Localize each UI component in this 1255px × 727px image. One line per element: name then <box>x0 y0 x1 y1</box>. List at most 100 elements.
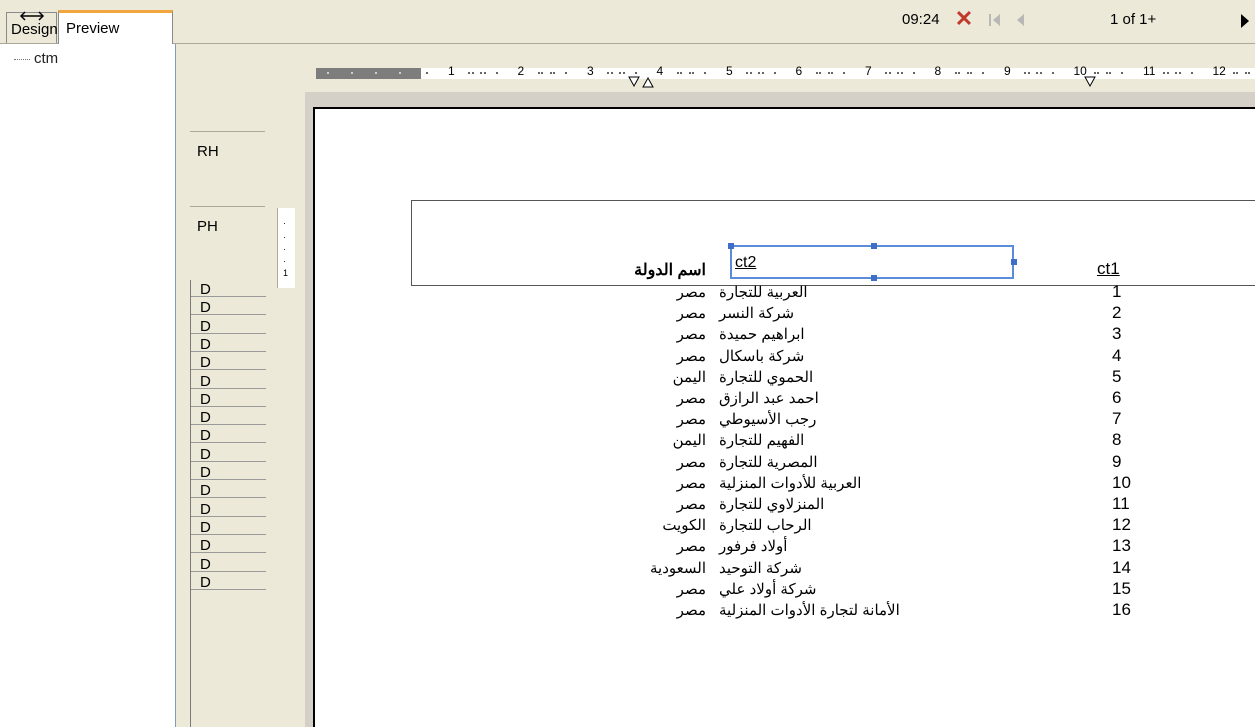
ruler-number: 8 <box>934 64 942 78</box>
ruler-tick <box>688 72 691 74</box>
ruler-number: 5 <box>726 64 733 78</box>
detail-band-label: D <box>200 573 211 591</box>
row-company-name: العربية للأدوات المنزلية <box>719 474 862 492</box>
ruler-tick <box>1105 72 1108 74</box>
detail-band-label: D <box>200 537 211 555</box>
header-number-field[interactable]: ct1 <box>1097 259 1120 279</box>
row-company-name: ابراهيم حميدة <box>719 326 805 344</box>
detail-band-row[interactable]: D <box>191 445 266 463</box>
ruler-tick <box>622 72 625 74</box>
ruler-tick <box>1027 72 1030 74</box>
next-page-icon[interactable] <box>1238 12 1252 30</box>
ruler-indent-marker-icon[interactable] <box>642 76 654 88</box>
ruler-number: 2 <box>517 64 525 78</box>
previous-page-icon[interactable] <box>1013 12 1027 28</box>
ruler-tick <box>565 72 567 74</box>
ruler-tick <box>471 72 474 74</box>
ruler-tick <box>704 72 706 74</box>
row-company-name: رجب الأسيوطي <box>719 411 817 429</box>
ruler-tick <box>954 72 957 74</box>
detail-band-label: D <box>200 390 211 408</box>
ruler-tick <box>758 72 760 74</box>
ruler-number: 4 <box>656 64 664 78</box>
detail-band-row[interactable]: D <box>191 317 266 335</box>
ruler-tick <box>749 72 752 74</box>
header-name-field[interactable]: ct2 <box>735 254 756 272</box>
ruler-tick <box>761 72 764 74</box>
ruler-number: 1 <box>448 64 455 78</box>
detail-band-label: D <box>200 281 211 298</box>
detail-band-row[interactable]: D <box>191 372 266 390</box>
row-company-name: أولاد فرفور <box>719 538 788 556</box>
detail-band-row[interactable]: D <box>191 555 266 573</box>
ruler-tick <box>1236 72 1238 74</box>
ruler-tick <box>1051 72 1054 74</box>
ruler-tick <box>958 72 960 74</box>
ruler-tick <box>1024 72 1026 74</box>
first-page-icon[interactable] <box>987 12 1003 28</box>
detail-band-row[interactable]: D <box>191 280 266 298</box>
row-country: مصر <box>676 305 706 323</box>
ruler-tick <box>966 72 969 74</box>
selection-handle[interactable] <box>871 243 877 249</box>
row-number: 4 <box>1112 345 1122 365</box>
detail-band-row[interactable]: D <box>191 536 266 555</box>
band-report-header[interactable]: RH <box>197 143 219 160</box>
ruler-tick <box>549 72 552 74</box>
row-country: مصر <box>676 602 706 619</box>
tab-design-label: Design <box>11 21 58 38</box>
ruler-tick <box>885 72 887 74</box>
row-number: 13 <box>1112 536 1131 556</box>
ruler-tick <box>399 72 401 74</box>
ruler-tick <box>912 72 915 74</box>
selection-handle[interactable] <box>728 243 734 249</box>
tree-item-ctm[interactable]: ctm <box>14 50 58 67</box>
ruler-tick <box>1190 72 1193 74</box>
ruler-tick <box>970 72 972 74</box>
ruler-indent-marker-icon[interactable] <box>628 76 640 88</box>
detail-band-row[interactable]: D <box>191 463 266 481</box>
tree-connector <box>14 58 30 60</box>
ruler-tick <box>610 72 613 74</box>
detail-band-row[interactable]: D <box>191 353 266 371</box>
ruler-tick <box>495 72 498 74</box>
ruler-tick <box>483 72 486 74</box>
ruler-tick <box>426 72 428 74</box>
detail-band-row[interactable]: D <box>191 426 266 444</box>
row-company-name: العربية للتجارة <box>719 284 808 301</box>
band-page-header[interactable]: PH <box>197 218 218 235</box>
selected-field-box[interactable] <box>728 243 1017 281</box>
detail-band-row[interactable]: D <box>191 481 266 499</box>
ruler-tick <box>819 72 821 74</box>
ruler-tick <box>900 72 903 74</box>
row-number: 14 <box>1112 557 1131 577</box>
tab-preview[interactable]: Preview <box>58 10 173 44</box>
detail-band-row[interactable]: D <box>191 408 266 426</box>
detail-band-label: D <box>200 299 211 317</box>
ruler-tick <box>1097 72 1099 74</box>
selection-handle[interactable] <box>1011 259 1017 265</box>
ruler-tick <box>831 72 833 74</box>
report-tree-panel: ctm <box>0 44 176 727</box>
ruler-tick <box>888 72 891 74</box>
detail-band-row[interactable]: D <box>191 335 266 353</box>
detail-band-row[interactable]: D <box>191 518 266 536</box>
ruler-tick <box>815 72 818 74</box>
ruler-tick <box>680 72 682 74</box>
detail-band-row[interactable]: D <box>191 573 266 591</box>
ruler-tick <box>692 72 694 74</box>
ruler-number: 7 <box>865 64 872 78</box>
detail-band-row[interactable]: D <box>191 298 266 317</box>
detail-band-row[interactable]: D <box>191 500 266 518</box>
row-company-name: الرحاب للتجارة <box>719 517 812 535</box>
row-company-name: شركة باسكال <box>719 347 805 365</box>
detail-band-row[interactable]: D <box>191 390 266 408</box>
close-icon[interactable]: ✕ <box>953 8 975 30</box>
row-number: 16 <box>1112 600 1131 619</box>
row-country: السعودية <box>649 559 706 577</box>
row-number: 11 <box>1112 494 1130 513</box>
band-separator <box>190 131 265 132</box>
selection-handle[interactable] <box>871 275 877 281</box>
ruler-tick <box>1093 72 1096 74</box>
tab-design[interactable]: Design <box>6 11 58 43</box>
